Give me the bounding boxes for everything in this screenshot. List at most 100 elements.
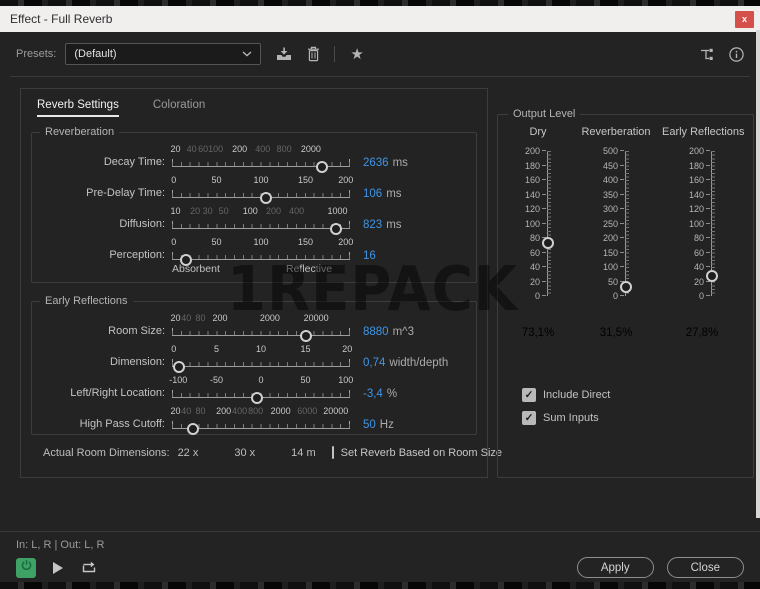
dry-track[interactable] <box>547 151 557 296</box>
output-level-checkboxes: ✓Include Direct✓Sum Inputs <box>522 388 745 425</box>
scale-label: 50 <box>211 237 221 247</box>
scale-label: 450 <box>603 161 624 171</box>
slider-thumb[interactable] <box>620 281 632 293</box>
perception-slider[interactable]: 050100150200AbsorbentReflective <box>172 236 350 265</box>
room-depth-value[interactable]: 30 x <box>234 447 255 459</box>
reverberation-column: 500450400350300250200150100500 <box>570 151 662 296</box>
left-right-location-slider[interactable]: -100-50050100 <box>172 374 350 403</box>
diffusion-track[interactable] <box>172 220 350 229</box>
scale-label: 1000 <box>328 206 348 216</box>
scale-label: 100 <box>253 175 268 185</box>
diffusion-value[interactable]: 823ms <box>363 219 402 234</box>
decay-time-track[interactable] <box>172 158 350 167</box>
slider-thumb[interactable] <box>330 223 342 235</box>
effect-power-toggle[interactable] <box>16 558 36 578</box>
scale-label: 150 <box>298 237 313 247</box>
slider-thumb[interactable] <box>251 392 263 404</box>
left-right-location-track[interactable] <box>172 389 350 398</box>
play-button[interactable] <box>53 562 63 574</box>
io-routing-text: In: L, R | Out: L, R <box>16 539 744 551</box>
scale-label: 200 <box>232 144 247 154</box>
info-icon[interactable] <box>729 47 744 62</box>
presets-label: Presets: <box>16 48 56 60</box>
sum-inputs-checkbox[interactable]: ✓ <box>522 411 536 425</box>
slider-thumb[interactable] <box>706 270 718 282</box>
dimension-track[interactable] <box>172 358 350 367</box>
save-preset-icon[interactable] <box>276 47 292 61</box>
pre-delay-time-track[interactable] <box>172 189 350 198</box>
toolbar-separator <box>334 46 335 62</box>
perception-value[interactable]: 16 <box>363 250 376 265</box>
delete-preset-icon[interactable] <box>307 46 320 62</box>
preset-dropdown[interactable]: (Default) <box>65 43 261 65</box>
output-panel: Output Level DryReverberationEarly Refle… <box>497 88 745 531</box>
set-reverb-based-on-room-size-checkbox[interactable] <box>332 446 334 459</box>
early-reflections-sliders: Room Size:2040802002000200008880m^3Dimen… <box>38 310 470 434</box>
early-reflections-slider[interactable]: 200180160140120100806040200 <box>683 151 721 296</box>
include-direct-checkbox[interactable]: ✓ <box>522 388 536 402</box>
room-size-value[interactable]: 8880m^3 <box>363 326 414 341</box>
favorite-star-icon[interactable]: ★ <box>350 47 363 62</box>
early-reflections-value[interactable]: 27,8% <box>662 327 742 339</box>
early-reflections-column: 200180160140120100806040200 <box>662 151 742 296</box>
dimension-slider[interactable]: 05101520 <box>172 343 350 372</box>
edit-routing-icon[interactable] <box>698 47 714 62</box>
scale-label: 400 <box>289 206 304 216</box>
high-pass-cutoff-track[interactable] <box>172 420 350 429</box>
reverberation-scale: 500450400350300250200150100500 <box>597 151 624 296</box>
room-size-track[interactable] <box>172 327 350 336</box>
room-width-value[interactable]: 22 x <box>178 447 199 459</box>
track-cap <box>172 328 173 336</box>
left-right-location-label: Left/Right Location: <box>38 387 172 403</box>
scale-label: 100 <box>243 206 258 216</box>
dialog-content: Reverb SettingsColoration Reverberation … <box>0 77 760 531</box>
diffusion-slider[interactable]: 102030501002004001000 <box>172 205 350 234</box>
early-reflections-track[interactable] <box>711 151 721 296</box>
scale-label: 120 <box>525 204 546 214</box>
scale-label: 20 <box>190 206 200 216</box>
scale-label: 20 <box>342 344 352 354</box>
pre-delay-time-slider[interactable]: 050100150200 <box>172 174 350 203</box>
tab-reverb-settings[interactable]: Reverb Settings <box>37 99 119 117</box>
tab-coloration[interactable]: Coloration <box>153 99 205 117</box>
scale-label: 0 <box>613 291 624 301</box>
apply-button[interactable]: Apply <box>577 557 654 578</box>
scale-label: 0 <box>171 237 176 247</box>
track-cap <box>172 252 173 260</box>
slider-thumb[interactable] <box>300 330 312 342</box>
high-pass-cutoff-slider[interactable]: 2040802004008002000600020000 <box>172 405 350 434</box>
close-button[interactable]: Close <box>667 557 744 578</box>
loop-playback-icon[interactable] <box>80 561 98 575</box>
slider-thumb[interactable] <box>187 423 199 435</box>
include-direct-row: ✓Include Direct <box>522 388 745 402</box>
scale-label: 200 <box>213 313 228 323</box>
reverberation-value[interactable]: 31,5% <box>570 327 662 339</box>
dry-scale: 200180160140120100806040200 <box>519 151 546 296</box>
room-height-value[interactable]: 14 m <box>291 447 315 459</box>
dimension-value[interactable]: 0,74width/depth <box>363 357 448 372</box>
room-size-label: Room Size: <box>38 325 172 341</box>
pre-delay-time-value[interactable]: 106ms <box>363 188 402 203</box>
perception-track[interactable] <box>172 251 350 260</box>
dry-value[interactable]: 73,1% <box>506 327 570 339</box>
room-size-slider[interactable]: 204080200200020000 <box>172 312 350 341</box>
decay-time-slider[interactable]: 2040601002004008002000 <box>172 143 350 172</box>
slider-thumb[interactable] <box>542 237 554 249</box>
reverberation-track[interactable] <box>625 151 635 296</box>
slider-thumb[interactable] <box>316 161 328 173</box>
scale-label: 20 <box>170 144 180 154</box>
slider-thumb[interactable] <box>173 361 185 373</box>
slider-thumb[interactable] <box>260 192 272 204</box>
reverberation-sliders: Decay Time:20406010020040080020002636msP… <box>38 141 470 265</box>
scale-label: 40 <box>187 144 197 154</box>
scale-label: 160 <box>689 175 710 185</box>
high-pass-cutoff-value[interactable]: 50Hz <box>363 419 394 434</box>
scale-label: 500 <box>603 146 624 156</box>
left-right-location-value[interactable]: -3,4% <box>363 388 397 403</box>
close-window-button[interactable]: x <box>735 11 754 28</box>
dry-slider[interactable]: 200180160140120100806040200 <box>519 151 557 296</box>
scale-label: 100 <box>338 375 353 385</box>
scale-label: 100 <box>689 219 710 229</box>
decay-time-value[interactable]: 2636ms <box>363 157 408 172</box>
reverberation-slider[interactable]: 500450400350300250200150100500 <box>597 151 635 296</box>
